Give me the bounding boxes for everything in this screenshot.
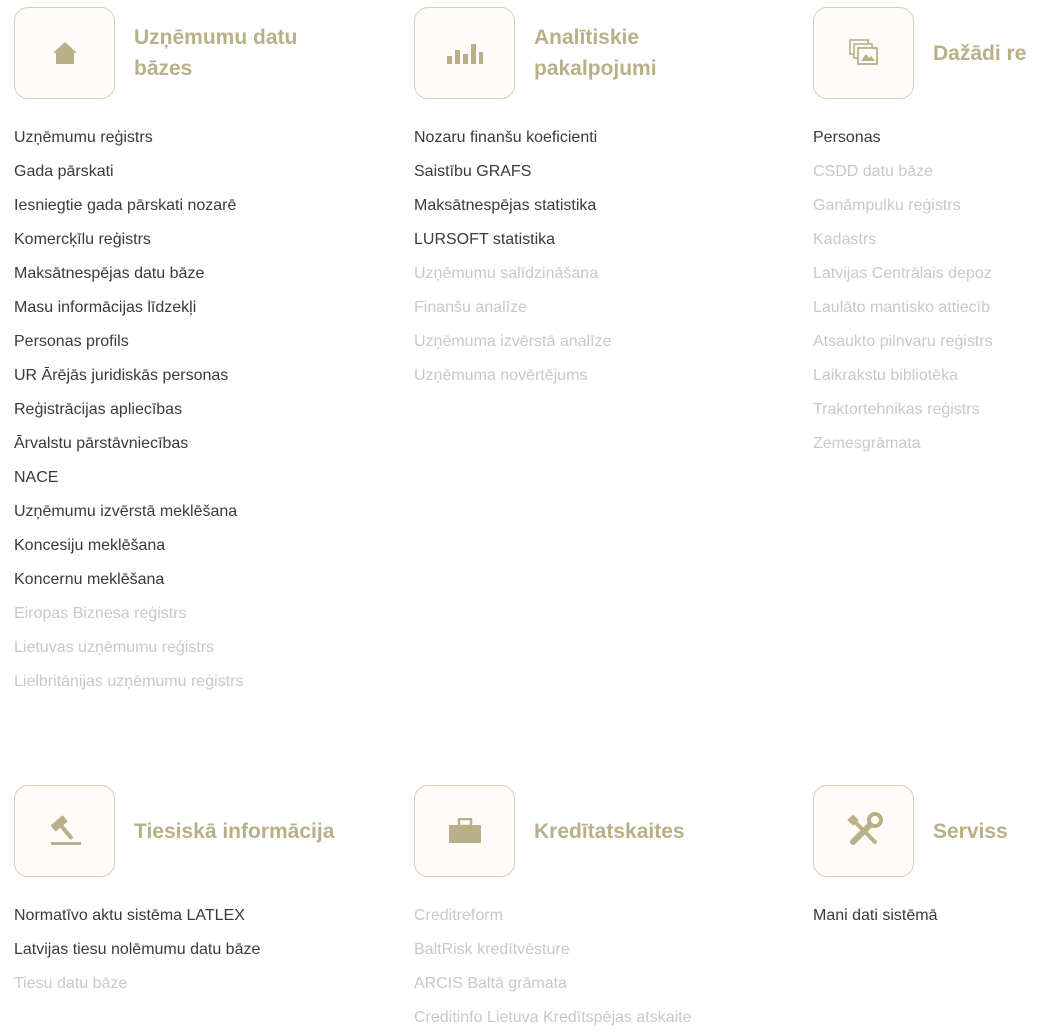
list-item-link[interactable]: Mani dati sistēmā — [813, 899, 938, 933]
list-item-link[interactable]: Uzņēmuma izvērstā analīze — [414, 325, 611, 359]
list-item-link[interactable]: Eiropas Biznesa reģistrs — [14, 597, 243, 631]
list-item-link[interactable]: Gada pārskati — [14, 155, 243, 189]
list-item-link[interactable]: Komercķīlu reģistrs — [14, 223, 243, 257]
list-item-link[interactable]: Zemesgrāmata — [813, 427, 993, 461]
list-item-link[interactable]: BaltRisk kredītvēsture — [414, 933, 691, 967]
list-item-link[interactable]: Personas profils — [14, 325, 243, 359]
section-title[interactable]: Uzņēmumu datu bāzes — [134, 22, 297, 84]
list-item-link[interactable]: Lielbritānijas uzņēmumu reģistrs — [14, 665, 243, 699]
list-item-link[interactable]: Masu informācijas līdzekļi — [14, 291, 243, 325]
list-item-link[interactable]: Koncernu meklēšana — [14, 563, 243, 597]
list-item-link[interactable]: ARCIS Baltā grāmata — [414, 967, 691, 1001]
list-item-link[interactable]: Uzņēmumu reģistrs — [14, 121, 243, 155]
list-item-link[interactable]: UR Ārējās juridiskās personas — [14, 359, 243, 393]
section-title-line: Uzņēmumu datu — [134, 26, 298, 49]
list-item-link[interactable]: Iesniegtie gada pārskati nozarē — [14, 189, 243, 223]
list-item-link[interactable]: Lietuvas uzņēmumu reģistrs — [14, 631, 243, 665]
list-item-link[interactable]: Finanšu analīze — [414, 291, 611, 325]
list-item-link[interactable]: Saistību GRAFS — [414, 155, 611, 189]
section-title[interactable]: Tiesiskā informācija — [134, 785, 334, 877]
list-item-link[interactable]: Creditinfo Lietuva Kredītspējas atskaite — [414, 1001, 691, 1035]
list-item-link[interactable]: Kadastrs — [813, 223, 993, 257]
list-item-link[interactable]: Koncesiju meklēšana — [14, 529, 243, 563]
list-item-link[interactable]: Latvijas tiesu nolēmumu datu bāze — [14, 933, 260, 967]
link-list: Personas CSDD datu bāze Ganāmpulku reģistr… — [813, 121, 993, 461]
section-title[interactable]: Analītiskie pakalpojumi — [534, 22, 657, 84]
list-item-link[interactable]: Creditreform — [414, 899, 691, 933]
link-list: Nozaru finanšu koeficienti Saistību GRAFS… — [414, 121, 611, 393]
list-item-link[interactable]: Uzņēmumu izvērstā meklēšana — [14, 495, 243, 529]
list-item-link[interactable]: Nozaru finanšu koeficienti — [414, 121, 611, 155]
section-title-line: Analītiskie — [534, 26, 640, 49]
list-item-link[interactable]: Personas — [813, 121, 993, 155]
list-item-link[interactable]: Reģistrācijas apliecības — [14, 393, 243, 427]
list-item-link[interactable]: Ganāmpulku reģistrs — [813, 189, 993, 223]
list-item-link[interactable]: Laulāto mantisko attiecīb — [813, 291, 993, 325]
section-title-line: bāzes — [134, 57, 193, 80]
list-item-link[interactable]: Traktortehnikas reģistrs — [813, 393, 993, 427]
images-icon[interactable] — [813, 7, 914, 99]
list-item-link[interactable]: Uzņēmumu salīdzināšana — [414, 257, 611, 291]
link-list: Creditreform BaltRisk kredītvēsture ARCIS … — [414, 899, 691, 1035]
briefcase-icon[interactable] — [414, 785, 515, 877]
list-item-link[interactable]: NACE — [14, 461, 243, 495]
list-item-link[interactable]: Ārvalstu pārstāvniecības — [14, 427, 243, 461]
list-item-link[interactable]: Laikrakstu bibliotēka — [813, 359, 993, 393]
list-item-link[interactable]: Maksātnespējas statistika — [414, 189, 611, 223]
section-title[interactable]: Kredītatskaites — [534, 785, 685, 877]
list-item-link[interactable]: Tiesu datu bāze — [14, 967, 260, 1001]
home-icon[interactable] — [14, 7, 115, 99]
list-item-link[interactable]: Atsaukto pilnvaru reģistrs — [813, 325, 993, 359]
tools-icon[interactable] — [813, 785, 914, 877]
section-title[interactable]: Serviss — [933, 785, 1008, 877]
list-item-link[interactable]: Latvijas Centrālais depoz — [813, 257, 993, 291]
list-item-link[interactable]: Normatīvo aktu sistēma LATLEX — [14, 899, 260, 933]
list-item-link[interactable]: Uzņēmuma novērtējums — [414, 359, 611, 393]
link-list: Uzņēmumu reģistrs Gada pārskati Iesniegtie… — [14, 121, 243, 699]
link-list: Mani dati sistēmā — [813, 899, 938, 933]
gavel-icon[interactable] — [14, 785, 115, 877]
bar-chart-icon[interactable] — [414, 7, 515, 99]
section-title[interactable]: Dažādi re — [933, 7, 1026, 99]
list-item-link[interactable]: Maksātnespējas datu bāze — [14, 257, 243, 291]
list-item-link[interactable]: LURSOFT statistika — [414, 223, 611, 257]
section-title-line: pakalpojumi — [534, 57, 657, 80]
list-item-link[interactable]: CSDD datu bāze — [813, 155, 993, 189]
link-list: Normatīvo aktu sistēma LATLEX Latvijas ti… — [14, 899, 260, 1001]
